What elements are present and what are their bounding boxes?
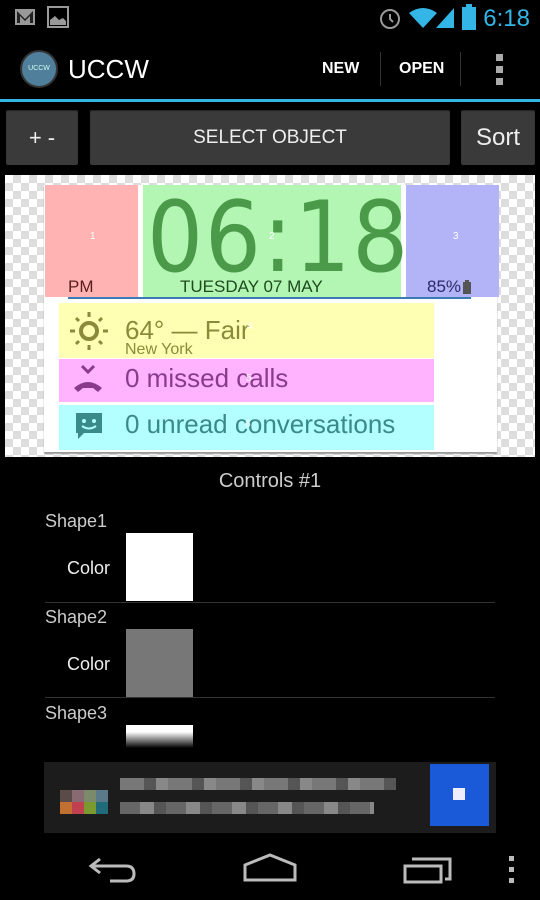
clock: 6:18: [483, 5, 530, 32]
recents-icon[interactable]: [402, 855, 454, 885]
status-bar: 6:18: [0, 0, 540, 36]
shape3-gradient-swatch[interactable]: [126, 725, 193, 748]
sort-button[interactable]: Sort: [461, 110, 535, 165]
back-icon[interactable]: [88, 855, 138, 885]
shape2-color-label: Color: [67, 654, 111, 674]
battery-icon: [462, 4, 476, 30]
object-4-weather[interactable]: 64° — Fair 4 New York: [59, 303, 434, 358]
gmail-icon: [15, 9, 35, 25]
open-button[interactable]: OPEN: [399, 60, 444, 78]
object-number: 5: [246, 373, 252, 384]
divider: [45, 697, 495, 698]
alarm-icon: [380, 9, 400, 29]
divider: [460, 52, 461, 86]
add-remove-button[interactable]: + -: [6, 110, 78, 165]
action-bar-divider: [0, 99, 540, 102]
object-5-calls[interactable]: 0 missed calls 5: [59, 359, 434, 402]
select-object-button[interactable]: SELECT OBJECT: [90, 110, 450, 165]
divider: [380, 52, 381, 86]
shape1-color-label: Color: [67, 558, 111, 578]
unread-text: 0 unread conversations: [125, 409, 396, 439]
gallery-icon: [47, 6, 69, 28]
ampm-text: PM: [68, 277, 94, 296]
object-number: 4: [247, 321, 253, 332]
shape3-label: Shape3: [45, 703, 108, 723]
missed-call-icon: [74, 364, 102, 392]
object-1[interactable]: 1 PM: [45, 185, 138, 297]
new-button[interactable]: NEW: [322, 60, 359, 78]
battery-icon: [463, 280, 471, 294]
controls-title: Controls #1: [218, 470, 322, 492]
ad-banner[interactable]: [44, 762, 496, 833]
weather-city: New York: [125, 341, 193, 358]
object-2[interactable]: 06:18 2 TUESDAY 07 MAY: [143, 181, 408, 297]
message-icon: [76, 413, 102, 439]
shape1-label: Shape1: [45, 511, 108, 531]
object-number: 3: [453, 231, 459, 242]
object-6-messages[interactable]: 0 unread conversations 6: [59, 405, 434, 450]
menu-icon[interactable]: [508, 856, 516, 884]
object-number: 6: [245, 419, 251, 430]
shape1-color-swatch[interactable]: [126, 533, 193, 601]
object-number: 1: [90, 231, 96, 242]
app-title: UCCW: [68, 54, 149, 84]
home-icon[interactable]: [242, 853, 298, 883]
sun-icon: [70, 312, 108, 350]
missed-calls-text: 0 missed calls: [125, 363, 289, 393]
shape2-label: Shape2: [45, 607, 108, 627]
separator-line: [68, 297, 471, 299]
date-text: TUESDAY 07 MAY: [180, 277, 323, 296]
battery-text: 85%: [427, 277, 462, 296]
divider: [45, 602, 495, 603]
app-logo[interactable]: UCCW: [20, 50, 58, 88]
overflow-menu-icon[interactable]: [493, 54, 507, 86]
object-number: 2: [269, 231, 275, 242]
object-3[interactable]: 3 85%: [406, 185, 499, 297]
signal-icon: [436, 8, 454, 28]
shape2-color-swatch[interactable]: [126, 629, 193, 697]
